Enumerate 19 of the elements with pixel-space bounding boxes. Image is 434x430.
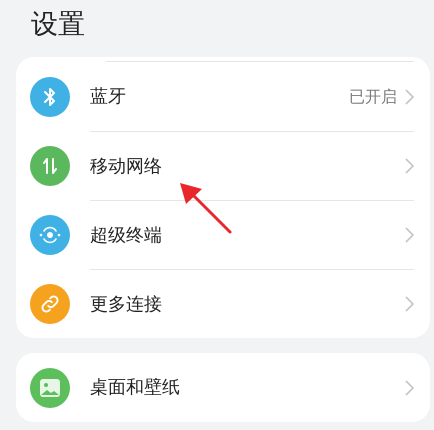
page-title: 设置 — [30, 8, 86, 42]
settings-item[interactable]: 蓝牙 已开启 — [16, 62, 430, 131]
item-label: 更多连接 — [90, 292, 163, 316]
settings-item[interactable]: 桌面和壁纸 — [16, 353, 430, 422]
chevron-icon — [405, 227, 414, 243]
image-icon — [39, 378, 61, 398]
item-label: 移动网络 — [90, 154, 163, 178]
chevron-icon — [405, 380, 414, 396]
chevron-icon — [405, 88, 414, 104]
chevron-icon — [405, 296, 414, 312]
item-label: 桌面和壁纸 — [90, 376, 181, 400]
item-status: 已开启 — [349, 86, 397, 108]
settings-item[interactable]: 超级终端 — [16, 200, 430, 269]
link-icon — [39, 292, 61, 314]
item-label: 蓝牙 — [90, 85, 127, 109]
item-label: 超级终端 — [90, 224, 163, 248]
updown-arrows-icon — [42, 156, 58, 176]
chevron-icon — [405, 158, 414, 174]
settings-item[interactable]: 更多连接 — [16, 269, 430, 338]
